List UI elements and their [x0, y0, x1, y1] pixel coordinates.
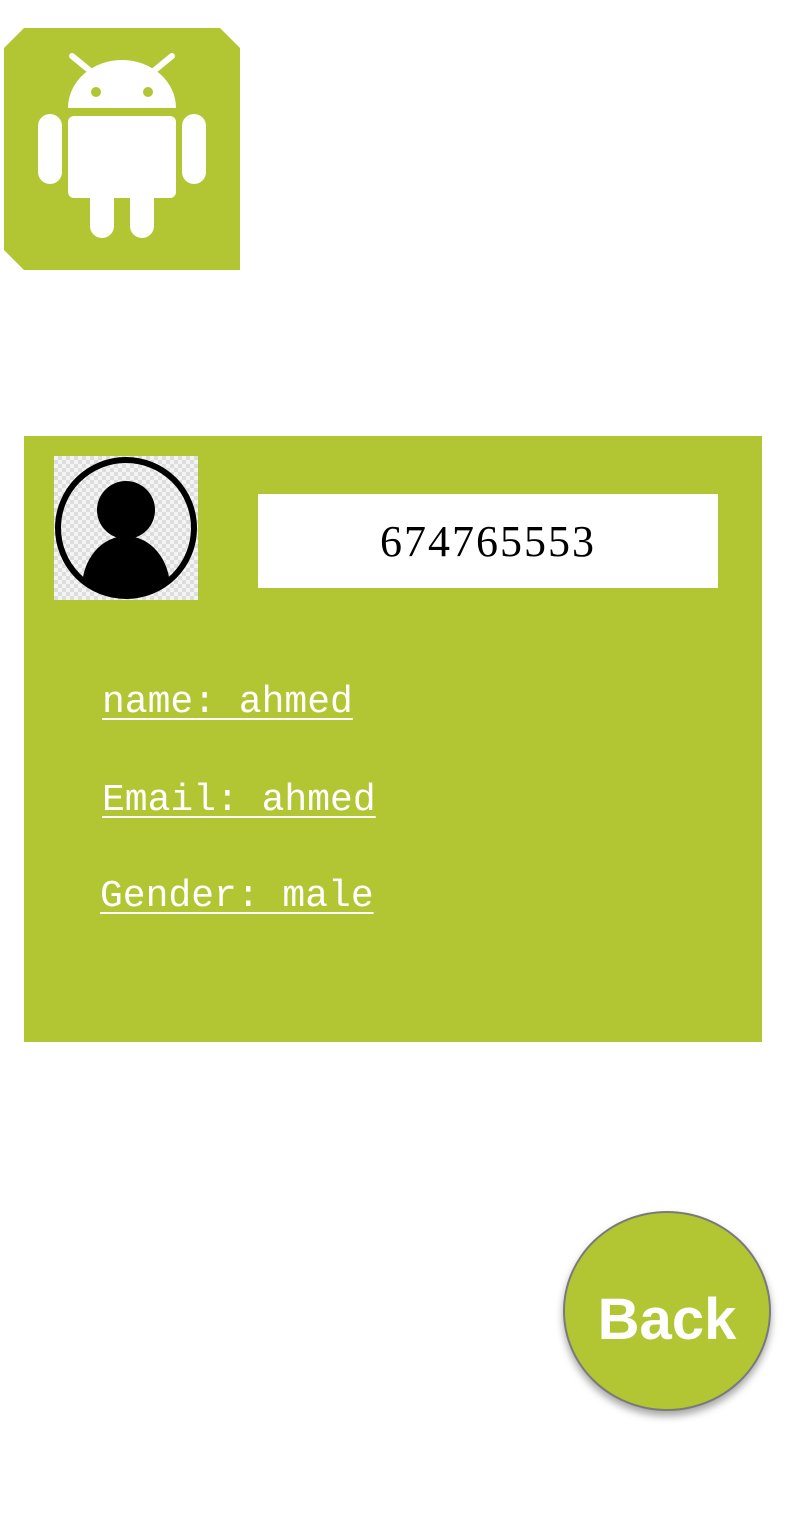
back-button[interactable]: Back [563, 1211, 771, 1411]
user-avatar-icon [54, 456, 198, 600]
android-logo-icon [4, 28, 240, 270]
name-link[interactable]: name: ahmed [102, 684, 353, 722]
profile-card: 674765553 name: ahmed Email: ahmed Gende… [24, 436, 762, 1042]
id-display: 674765553 [258, 494, 718, 588]
email-link[interactable]: Email: ahmed [102, 782, 376, 820]
gender-link[interactable]: Gender: male [100, 878, 374, 916]
